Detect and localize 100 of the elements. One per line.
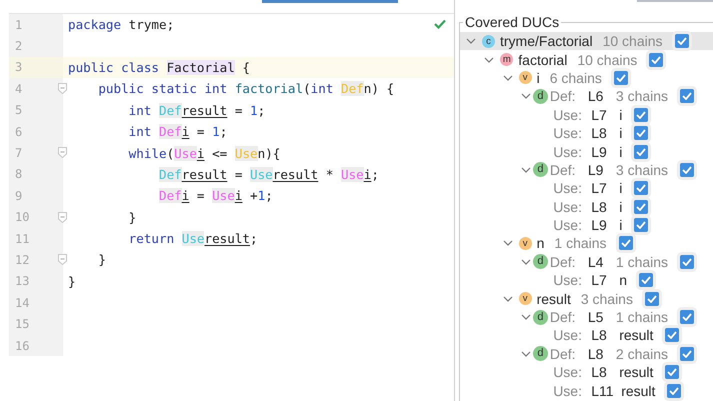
code-line: Defi = Usei +1; xyxy=(158,188,273,204)
checkbox[interactable] xyxy=(634,181,648,196)
kind-badge: v xyxy=(518,292,532,306)
chain-count: 1 chains xyxy=(616,254,668,270)
checkmark-icon xyxy=(669,386,680,395)
code-line: return Useresult; xyxy=(128,231,258,246)
checkbox[interactable] xyxy=(667,384,682,398)
use-label: Use: xyxy=(553,272,583,288)
variable-name: i xyxy=(619,144,622,160)
chevron-down-icon[interactable] xyxy=(502,294,513,303)
line-ref: L8 xyxy=(588,346,604,362)
checkmark-icon xyxy=(651,56,662,64)
checkmark-icon xyxy=(616,74,626,82)
checkmark-icon xyxy=(676,37,687,46)
checkbox[interactable] xyxy=(680,346,694,361)
checkmark-icon xyxy=(682,258,692,266)
checkbox[interactable] xyxy=(680,89,694,104)
node-name: tryme/Factorial xyxy=(500,33,593,50)
node-name: n xyxy=(536,235,544,252)
checkbox[interactable] xyxy=(674,34,689,48)
line-number: 5 xyxy=(15,103,22,118)
chevron-down-icon[interactable] xyxy=(502,74,513,82)
variable-name: i xyxy=(619,217,622,234)
fold-marker-icon[interactable] xyxy=(58,254,67,266)
node-name: factorial xyxy=(518,52,568,68)
def-label: Def: xyxy=(550,162,577,178)
chain-count: 1 chains xyxy=(616,309,668,326)
fold-marker-icon[interactable] xyxy=(58,212,67,223)
tree-row[interactable]: c tryme/Factorial 10 chains xyxy=(460,32,713,50)
chevron-down-icon[interactable] xyxy=(520,166,531,174)
use-label: Use: xyxy=(553,180,583,196)
code-line: } xyxy=(128,210,136,225)
checkbox[interactable] xyxy=(614,70,628,85)
chain-count: 3 chains xyxy=(616,162,668,178)
chevron-down-icon[interactable] xyxy=(520,258,531,266)
chevron-down-icon[interactable] xyxy=(484,56,494,64)
code-line: Def result = Use result * Usei; xyxy=(158,166,379,182)
checkmark-icon xyxy=(682,92,692,100)
use-label: Use: xyxy=(553,125,583,142)
line-number: 12 xyxy=(15,252,30,267)
def-label: Def: xyxy=(550,346,577,362)
checkmark-icon xyxy=(636,184,646,192)
checkmark-icon xyxy=(682,313,692,322)
checkmark-icon xyxy=(682,166,692,174)
line-number: 11 xyxy=(15,232,30,246)
chevron-down-icon[interactable] xyxy=(520,92,531,100)
fold-marker-icon[interactable] xyxy=(58,147,67,158)
variable-name: n xyxy=(619,272,627,288)
line-number: 15 xyxy=(15,317,30,332)
checkmark-icon xyxy=(667,331,678,340)
line-number: 14 xyxy=(15,296,30,310)
line-number: 13 xyxy=(15,274,30,288)
variable-name: result xyxy=(619,364,654,380)
line-ref: L11 xyxy=(591,382,615,399)
checkbox[interactable] xyxy=(649,52,664,67)
checkbox[interactable] xyxy=(638,273,653,288)
chain-count: 3 chains xyxy=(580,290,633,307)
checkmark-icon xyxy=(636,202,646,211)
line-number: 4 xyxy=(15,82,22,96)
checkbox[interactable] xyxy=(634,126,648,140)
checkbox[interactable] xyxy=(665,328,680,342)
kind-badge: d xyxy=(532,310,548,325)
code-line: package tryme; xyxy=(68,17,174,32)
def-label: Def: xyxy=(550,309,577,326)
chevron-down-icon[interactable] xyxy=(502,239,513,248)
kind-badge: d xyxy=(532,254,548,270)
line-ref: L9 xyxy=(591,144,608,160)
line-number: 9 xyxy=(15,188,22,203)
chevron-down-icon[interactable] xyxy=(520,350,531,358)
use-label: Use: xyxy=(553,327,583,344)
kind-badge: d xyxy=(532,88,548,104)
line-ref: L7 xyxy=(591,272,608,288)
code-line: int Def result = 1; xyxy=(128,102,266,118)
chain-count: 6 chains xyxy=(550,70,602,86)
checkbox[interactable] xyxy=(665,365,680,380)
chain-count: 10 chains xyxy=(602,33,663,50)
checkbox[interactable] xyxy=(634,218,648,232)
checkbox[interactable] xyxy=(680,254,694,269)
checkbox[interactable] xyxy=(618,236,633,250)
checkbox[interactable] xyxy=(680,162,694,177)
checkbox[interactable] xyxy=(644,292,659,306)
variable-name: result xyxy=(621,382,656,399)
checkbox[interactable] xyxy=(634,144,648,159)
line-ref: L6 xyxy=(588,88,604,104)
variable-name: i xyxy=(619,198,622,215)
checkbox[interactable] xyxy=(634,108,648,122)
chain-count: 10 chains xyxy=(577,52,638,68)
checkmark-icon xyxy=(667,368,678,376)
chevron-down-icon[interactable] xyxy=(520,313,531,322)
checkmark-icon xyxy=(636,129,646,138)
line-number: 16 xyxy=(15,338,30,353)
line-ref: L7 xyxy=(591,180,608,196)
variable-name: i xyxy=(619,125,622,142)
chevron-down-icon[interactable] xyxy=(466,37,476,46)
node-name: result xyxy=(536,290,571,307)
checkbox[interactable] xyxy=(634,200,648,214)
line-ref: L4 xyxy=(588,254,604,270)
fold-marker-icon[interactable] xyxy=(58,83,67,94)
checkbox[interactable] xyxy=(680,310,694,324)
kind-badge: v xyxy=(518,236,532,250)
